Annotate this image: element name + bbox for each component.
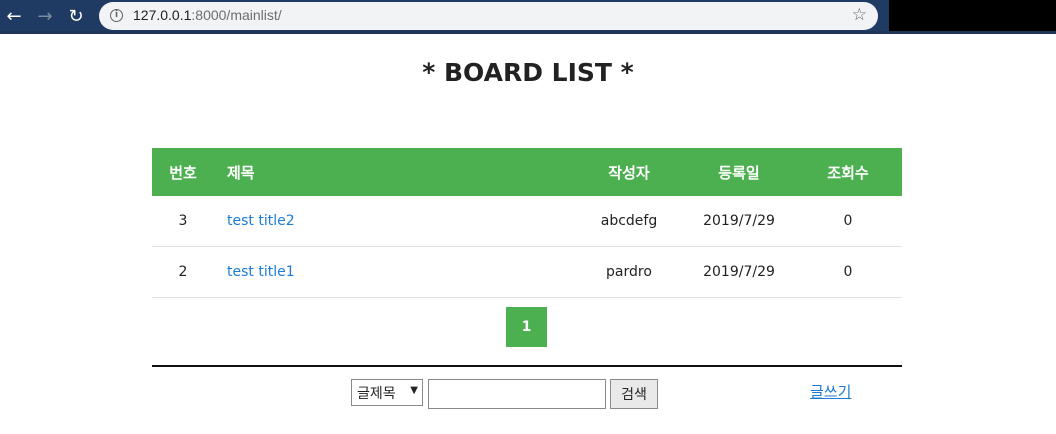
dropdown-arrow-icon: ▼ [410,385,418,396]
table-row: 2 test title1 pardro 2019/7/29 0 [152,246,902,298]
info-icon[interactable]: i [110,9,123,22]
url-path: :8000/mainlist/ [191,7,282,23]
url-host: 127.0.0.1 [133,7,192,23]
board-table: 번호 제목 작성자 등록일 조회수 3 test title2 abcdefg … [152,148,902,298]
row-no: 3 [152,196,214,247]
back-arrow-icon[interactable]: ← [1,3,27,29]
bookmark-star-icon[interactable]: ☆ [852,5,867,25]
row-title-cell: test title2 [214,196,574,247]
row-writer: abcdefg [574,196,684,247]
divider [152,365,902,367]
page-1-button[interactable]: 1 [506,307,547,347]
search-field-selected: 글제목 [357,385,396,402]
search-input[interactable] [428,379,606,409]
table-header-row: 번호 제목 작성자 등록일 조회수 [152,148,902,196]
header-no: 번호 [169,163,197,182]
redacted-region [889,0,1056,31]
row-date: 2019/7/29 [684,246,794,298]
header-writer: 작성자 [608,163,650,182]
browser-toolbar: ← → ↻ i 127.0.0.1:8000/mainlist/ ☆ [0,0,1056,34]
row-hits: 0 [794,196,902,247]
row-title-cell: test title1 [214,246,574,298]
page-title: * BOARD LIST * [422,58,634,87]
reload-icon[interactable]: ↻ [63,3,89,29]
row-date: 2019/7/29 [684,196,794,247]
write-post-link[interactable]: 글쓰기 [810,381,851,402]
header-hits: 조회수 [827,163,869,182]
address-bar[interactable]: i 127.0.0.1:8000/mainlist/ ☆ [99,2,878,30]
post-title-link[interactable]: test title2 [227,213,295,229]
header-title: 제목 [227,163,255,182]
search-field-select[interactable]: 글제목 ▼ [351,379,423,406]
board-table-container: 번호 제목 작성자 등록일 조회수 3 test title2 abcdefg … [152,148,902,298]
row-no: 2 [152,246,214,298]
url-text[interactable]: 127.0.0.1:8000/mainlist/ [133,7,282,23]
row-writer: pardro [574,246,684,298]
row-hits: 0 [794,246,902,298]
table-row: 3 test title2 abcdefg 2019/7/29 0 [152,196,902,247]
header-date: 등록일 [718,163,760,182]
post-title-link[interactable]: test title1 [227,264,295,280]
search-button[interactable]: 검색 [610,379,658,409]
forward-arrow-icon[interactable]: → [32,3,58,29]
